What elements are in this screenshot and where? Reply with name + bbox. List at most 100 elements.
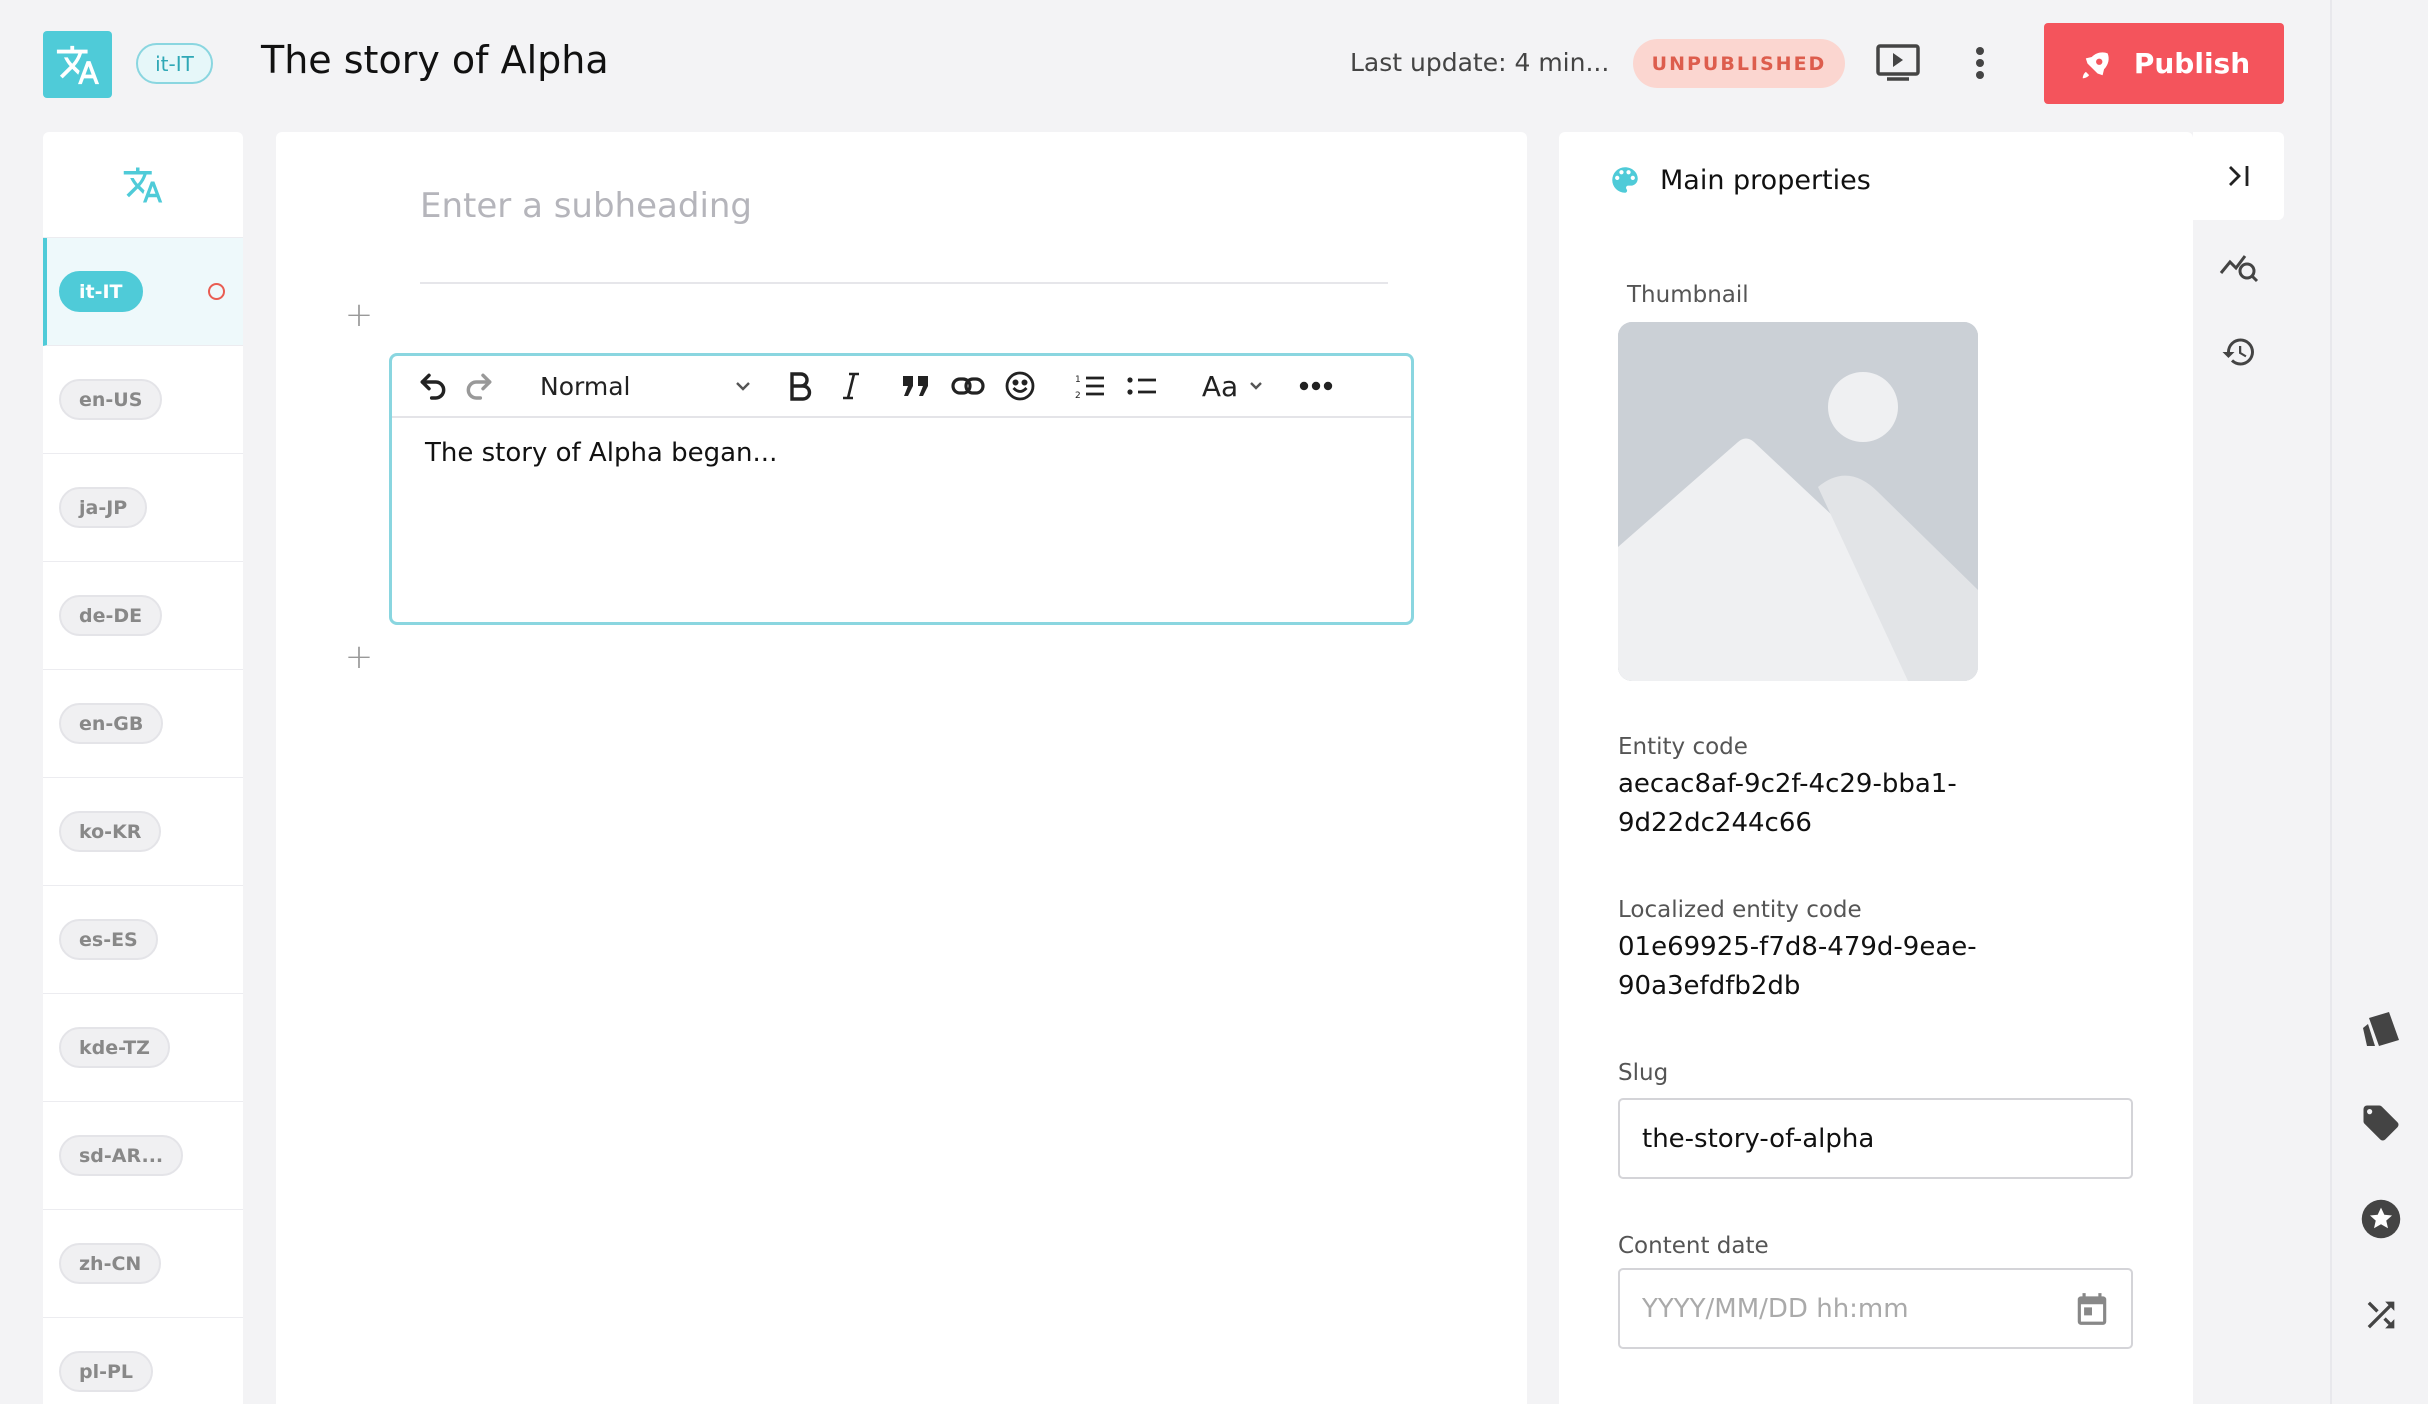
tag-icon bbox=[2363, 1105, 2399, 1141]
undo-icon bbox=[420, 373, 446, 400]
language-item-kde-TZ[interactable]: kde-TZ bbox=[43, 994, 243, 1102]
subheading-input[interactable]: Enter a subheading bbox=[420, 180, 1388, 284]
bold-button[interactable] bbox=[772, 364, 828, 408]
more-options-button[interactable] bbox=[1965, 40, 1995, 86]
svg-text:1: 1 bbox=[1075, 375, 1081, 385]
language-sidebar: it-IT en-US ja-JP de-DE en-GB ko-KR es-E… bbox=[43, 132, 243, 1404]
tags-button[interactable] bbox=[2356, 1098, 2406, 1148]
emoji-button[interactable] bbox=[994, 364, 1046, 408]
quote-button[interactable] bbox=[890, 364, 942, 408]
app-logo[interactable] bbox=[43, 31, 112, 98]
preview-icon bbox=[1876, 44, 1920, 81]
slug-label: Slug bbox=[1618, 1060, 1669, 1086]
add-block-above-button[interactable]: + bbox=[344, 295, 374, 335]
language-chip: sd-AR... bbox=[59, 1135, 184, 1176]
language-chip: de-DE bbox=[59, 595, 163, 636]
italic-icon bbox=[843, 372, 859, 400]
font-size-label: Aa bbox=[1201, 369, 1239, 403]
content-date-input[interactable]: YYYY/MM/DD hh:mm bbox=[1618, 1268, 2133, 1349]
link-icon bbox=[951, 377, 985, 395]
language-item-ja-JP[interactable]: ja-JP bbox=[43, 454, 243, 562]
content-date-placeholder: YYYY/MM/DD hh:mm bbox=[1642, 1293, 1909, 1324]
properties-header: Main properties bbox=[1608, 163, 1871, 197]
language-item-zh-CN[interactable]: zh-CN bbox=[43, 1210, 243, 1318]
editor-panel bbox=[276, 132, 1527, 1404]
quote-icon bbox=[903, 376, 928, 396]
thumbnail-image[interactable] bbox=[1618, 322, 1978, 681]
svg-text:2: 2 bbox=[1075, 391, 1081, 400]
kebab-menu-icon bbox=[1976, 47, 1984, 79]
block-format-select[interactable]: Normal bbox=[522, 364, 762, 408]
publish-button[interactable]: Publish bbox=[2044, 23, 2284, 104]
undo-button[interactable] bbox=[410, 364, 456, 408]
entity-code-value: aecac8af-9c2f-4c29-bba1- 9d22dc244c66 bbox=[1618, 765, 1957, 843]
more-formatting-button[interactable] bbox=[1288, 364, 1344, 408]
localized-entity-code-label: Localized entity code bbox=[1618, 897, 1862, 923]
language-item-it-IT[interactable]: it-IT bbox=[43, 238, 243, 346]
collapse-right-icon bbox=[2228, 166, 2248, 186]
redo-button[interactable] bbox=[456, 364, 502, 408]
history-button[interactable] bbox=[2214, 327, 2264, 377]
slug-input[interactable]: the-story-of-alpha bbox=[1618, 1098, 2133, 1179]
seo-button[interactable] bbox=[2214, 240, 2264, 290]
editor-content[interactable]: The story of Alpha began... bbox=[425, 438, 777, 468]
redo-icon bbox=[466, 373, 492, 400]
categories-button[interactable] bbox=[2356, 1005, 2406, 1055]
related-button[interactable] bbox=[2356, 1290, 2406, 1340]
emoji-icon bbox=[1005, 371, 1035, 401]
language-chip: es-ES bbox=[59, 919, 158, 960]
language-item-sd-AR[interactable]: sd-AR... bbox=[43, 1102, 243, 1210]
rocket-icon bbox=[2082, 51, 2109, 78]
italic-button[interactable] bbox=[828, 364, 874, 408]
rail-divider bbox=[2330, 0, 2332, 1404]
rich-text-editor[interactable]: Normal 12 Aa The story of Alpha began... bbox=[389, 353, 1414, 625]
language-chip: kde-TZ bbox=[59, 1027, 170, 1068]
current-locale-badge: it-IT bbox=[136, 43, 213, 84]
language-item-pl-PL[interactable]: pl-PL bbox=[43, 1318, 243, 1404]
chevron-down-icon bbox=[736, 382, 750, 391]
language-chip: zh-CN bbox=[59, 1243, 162, 1284]
featured-button[interactable] bbox=[2356, 1194, 2406, 1244]
language-item-de-DE[interactable]: de-DE bbox=[43, 562, 243, 670]
localized-code-line: 01e69925-f7d8-479d-9eae- bbox=[1618, 932, 1977, 962]
language-chip: it-IT bbox=[59, 271, 143, 312]
language-chip: en-GB bbox=[59, 703, 164, 744]
chevron-down-icon bbox=[1250, 382, 1263, 390]
publish-label: Publish bbox=[2133, 47, 2251, 80]
entity-code-line: 9d22dc244c66 bbox=[1618, 808, 1812, 838]
block-format-value: Normal bbox=[540, 371, 631, 401]
language-chip: ja-JP bbox=[59, 487, 148, 528]
palette-icon bbox=[1612, 167, 1638, 193]
entity-code-line: aecac8af-9c2f-4c29-bba1- bbox=[1618, 769, 1957, 799]
thumbnail-label: Thumbnail bbox=[1627, 282, 1749, 308]
language-item-en-US[interactable]: en-US bbox=[43, 346, 243, 454]
add-block-below-button[interactable]: + bbox=[344, 637, 374, 677]
seo-analytics-icon bbox=[2219, 255, 2259, 283]
bold-icon bbox=[790, 372, 812, 401]
page-title: The story of Alpha bbox=[261, 38, 609, 82]
collapse-panel-button[interactable] bbox=[2193, 132, 2284, 220]
bullet-list-icon bbox=[1127, 377, 1156, 395]
language-item-es-ES[interactable]: es-ES bbox=[43, 886, 243, 994]
link-button[interactable] bbox=[942, 364, 994, 408]
language-chip: en-US bbox=[59, 379, 163, 420]
calendar-icon[interactable] bbox=[2073, 1289, 2111, 1329]
entity-code-label: Entity code bbox=[1618, 734, 1748, 760]
language-item-en-GB[interactable]: en-GB bbox=[43, 670, 243, 778]
more-horizontal-icon bbox=[1299, 381, 1333, 391]
bullet-list-button[interactable] bbox=[1116, 364, 1168, 408]
categories-icon bbox=[2363, 1012, 2399, 1046]
properties-title: Main properties bbox=[1660, 164, 1871, 196]
content-date-label: Content date bbox=[1618, 1233, 1769, 1259]
editor-toolbar: Normal 12 Aa bbox=[392, 356, 1411, 418]
localized-code-line: 90a3efdfb2db bbox=[1618, 971, 1801, 1001]
language-sidebar-header bbox=[43, 132, 243, 238]
image-placeholder-icon bbox=[1618, 322, 1978, 681]
language-item-ko-KR[interactable]: ko-KR bbox=[43, 778, 243, 886]
history-icon bbox=[2222, 338, 2254, 366]
ordered-list-button[interactable]: 12 bbox=[1064, 364, 1116, 408]
font-size-button[interactable]: Aa bbox=[1190, 364, 1276, 408]
preview-button[interactable] bbox=[1873, 40, 1923, 86]
language-chip: ko-KR bbox=[59, 811, 162, 852]
shuffle-icon bbox=[2367, 1301, 2395, 1329]
